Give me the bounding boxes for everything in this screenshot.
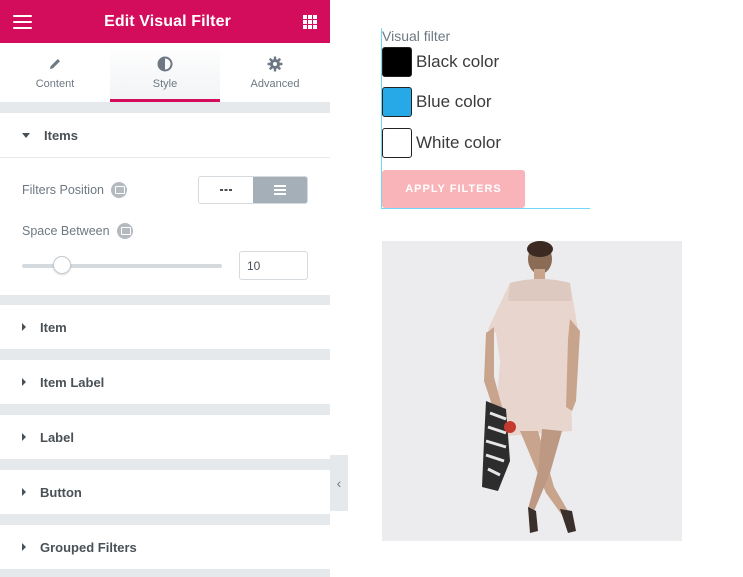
space-between-slider-track[interactable]: [22, 264, 222, 268]
filter-option-white[interactable]: White color: [382, 128, 501, 158]
monitor-icon[interactable]: [110, 182, 127, 198]
black-swatch[interactable]: [382, 47, 412, 77]
section-label[interactable]: Label: [0, 415, 330, 459]
tab-content[interactable]: Content: [0, 43, 110, 102]
filters-position-label-row: Filters Position: [22, 182, 127, 198]
half-circle-icon: [157, 55, 173, 73]
filters-position-label: Filters Position: [22, 183, 104, 197]
tab-content-label: Content: [35, 78, 75, 90]
black-color-label: Black color: [416, 52, 500, 71]
tab-style-label: Style: [152, 78, 178, 90]
visual-filter-title: Visual filter: [382, 28, 451, 44]
tab-advanced[interactable]: Advanced: [220, 43, 330, 102]
filter-option-blue[interactable]: Blue color: [382, 87, 492, 117]
editor-header: Edit Visual Filter: [0, 0, 330, 43]
panel-collapse-toggle[interactable]: ‹: [330, 455, 348, 511]
section-grouped-filters[interactable]: Grouped Filters: [0, 525, 330, 569]
space-between-label-row: Space Between: [22, 223, 133, 239]
section-items: Items Filters Position Space Between 10: [0, 113, 330, 295]
lines-icon: [274, 185, 286, 195]
filters-position-inline-option[interactable]: [199, 177, 253, 203]
apply-filters-button[interactable]: APPLY FILTERS: [382, 170, 525, 208]
pencil-icon: [48, 55, 62, 73]
caret-down-icon: [22, 132, 30, 138]
blue-color-label: Blue color: [416, 92, 492, 111]
product-image: [382, 241, 682, 541]
section-label-title: Label: [40, 429, 74, 445]
space-between-label: Space Between: [22, 224, 110, 238]
caret-right-icon: [22, 323, 26, 331]
section-items-title: Items: [44, 127, 78, 143]
caret-right-icon: [22, 488, 26, 496]
section-button-title: Button: [40, 484, 82, 500]
grid-icon[interactable]: [303, 14, 317, 29]
section-item-label-title: Item Label: [40, 374, 105, 390]
space-between-slider-handle[interactable]: [53, 256, 71, 274]
section-item-label[interactable]: Item Label: [0, 360, 330, 404]
section-item-title: Item: [40, 319, 67, 335]
section-button[interactable]: Button: [0, 470, 330, 514]
tab-style[interactable]: Style: [110, 43, 220, 102]
caret-right-icon: [22, 378, 26, 386]
dots-horizontal-icon: [220, 189, 232, 191]
section-grouped-filters-header: Grouped Filters: [0, 525, 330, 569]
panel-title: Edit Visual Filter: [104, 12, 231, 30]
panel-tabs: Content Style Advanced: [0, 43, 330, 103]
widget-outline-bottom: [381, 208, 590, 209]
editor-panel: Edit Visual Filter Content Style Advance…: [0, 0, 330, 577]
section-item-label-header: Item Label: [0, 360, 330, 404]
section-grouped-filters-title: Grouped Filters: [40, 539, 137, 555]
section-label-header: Label: [0, 415, 330, 459]
caret-right-icon: [22, 543, 26, 551]
filter-option-black[interactable]: Black color: [382, 47, 499, 77]
section-button-header: Button: [0, 470, 330, 514]
tab-advanced-label: Advanced: [250, 78, 300, 90]
model-in-dress-image: [382, 241, 682, 541]
filters-position-block-option[interactable]: [253, 177, 307, 203]
section-item-header: Item: [0, 305, 330, 349]
section-items-body: Filters Position Space Between 10: [0, 157, 330, 295]
section-items-header[interactable]: Items: [0, 113, 330, 157]
gear-icon: [267, 55, 283, 73]
white-swatch[interactable]: [382, 128, 412, 158]
filters-position-choose: [198, 176, 308, 204]
monitor-icon[interactable]: [116, 223, 133, 239]
chevron-left-icon: ‹: [336, 475, 342, 491]
white-color-label: White color: [416, 133, 502, 152]
hamburger-icon[interactable]: [13, 14, 32, 29]
caret-right-icon: [22, 433, 26, 441]
section-item[interactable]: Item: [0, 305, 330, 349]
space-between-input[interactable]: 10: [239, 251, 308, 280]
blue-swatch[interactable]: [382, 87, 412, 117]
